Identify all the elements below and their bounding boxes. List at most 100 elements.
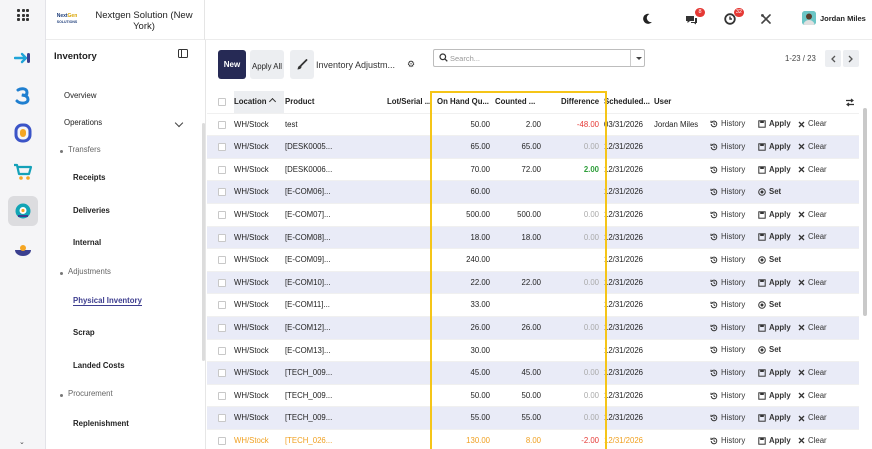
counted-cell[interactable] (495, 249, 541, 271)
history-button[interactable]: History (710, 272, 745, 294)
tools-icon[interactable] (759, 12, 773, 26)
history-button[interactable]: History (710, 181, 745, 203)
counted-cell[interactable]: 65.00 (495, 136, 541, 158)
apply-button[interactable]: Apply (758, 204, 791, 226)
next-page-button[interactable] (843, 50, 859, 67)
row-checkbox[interactable] (218, 391, 226, 400)
sidebar-item-procurement[interactable]: Procurement (46, 389, 196, 403)
table-row[interactable]: WH/Stock [TECH_009... 50.00 50.00 0.00 12/31/… (207, 385, 859, 408)
table-row[interactable]: WH/Stock [E-COM11]... 33.00 12/31/2026 Histo… (207, 294, 859, 317)
history-button[interactable]: History (710, 317, 745, 339)
table-row[interactable]: WH/Stock [E-COM09]... 240.00 12/31/2026 Hist… (207, 249, 859, 272)
search-input[interactable] (450, 52, 625, 64)
history-button[interactable]: History (710, 249, 745, 271)
row-checkbox[interactable] (218, 346, 226, 355)
counted-cell[interactable]: 18.00 (495, 227, 541, 249)
activity-clock-icon[interactable]: 32 (723, 8, 744, 26)
chevron-down-icon[interactable]: ⌄ (19, 438, 25, 446)
difference-header[interactable]: Difference (561, 91, 601, 113)
clear-button[interactable]: Clear (798, 204, 827, 226)
sidebar-scrollbar[interactable] (202, 123, 205, 361)
search-options-dropdown[interactable] (630, 50, 645, 66)
clear-button[interactable]: Clear (798, 136, 827, 158)
select-all-checkbox[interactable] (218, 98, 226, 106)
sidebar-item-landed-costs[interactable]: Landed Costs (46, 361, 196, 375)
table-scrollbar[interactable] (862, 100, 868, 446)
avatar[interactable] (802, 11, 816, 25)
counted-cell[interactable]: 2.00 (495, 114, 541, 136)
table-row[interactable]: WH/Stock [TECH_009... 45.00 45.00 0.00 12/31/… (207, 362, 859, 385)
counted-cell[interactable]: 8.00 (495, 430, 541, 449)
row-checkbox[interactable] (218, 256, 226, 265)
move-app-icon[interactable] (8, 43, 38, 73)
sync-app-icon[interactable] (8, 118, 38, 148)
row-checkbox[interactable] (218, 437, 226, 445)
sidebar-item-overview[interactable]: Overview (46, 91, 196, 105)
scheduled-header[interactable]: Scheduled... (604, 91, 652, 113)
clear-button[interactable]: Clear (798, 407, 827, 429)
row-checkbox[interactable] (218, 278, 226, 287)
counted-cell[interactable]: 45.00 (495, 362, 541, 384)
sidebar-item-internal[interactable]: Internal (46, 238, 196, 252)
cart-app-icon[interactable] (8, 157, 38, 187)
table-row[interactable]: WH/Stock [DESK0005... 65.00 65.00 0.00 12/31/… (207, 136, 859, 159)
sidebar-item-scrap[interactable]: Scrap (46, 328, 196, 342)
messages-icon[interactable]: 8 (684, 8, 705, 26)
clear-button[interactable]: Clear (798, 227, 827, 249)
counted-cell[interactable]: 55.00 (495, 407, 541, 429)
sidebar-item-operations[interactable]: Operations (46, 118, 196, 132)
row-checkbox[interactable] (218, 233, 226, 242)
clear-button[interactable]: Clear (798, 159, 827, 181)
three-app-icon[interactable] (8, 81, 38, 111)
row-checkbox[interactable] (218, 165, 226, 174)
history-button[interactable]: History (710, 136, 745, 158)
company-name[interactable]: Nextgen Solution (New York) (89, 10, 199, 32)
new-button[interactable]: New (218, 50, 246, 79)
table-row[interactable]: WH/Stock [TECH_009... 55.00 55.00 0.00 12/31/… (207, 407, 859, 430)
pager-text[interactable]: 1-23 / 23 (785, 54, 816, 63)
clear-button[interactable]: Clear (798, 272, 827, 294)
set-button[interactable]: Set (758, 249, 781, 271)
row-checkbox[interactable] (218, 369, 226, 378)
sidebar-item-receipts[interactable]: Receipts (46, 173, 196, 187)
counted-cell[interactable] (495, 294, 541, 316)
sidebar-item-adjustments[interactable]: Adjustments (46, 267, 196, 281)
clear-button[interactable]: Clear (798, 430, 827, 449)
counted-cell[interactable]: 50.00 (495, 385, 541, 407)
sidebar-item-deliveries[interactable]: Deliveries (46, 206, 196, 220)
apply-button[interactable]: Apply (758, 159, 791, 181)
prev-page-button[interactable] (825, 50, 841, 67)
clear-button[interactable]: Clear (798, 385, 827, 407)
table-row[interactable]: WH/Stock [E-COM08]... 18.00 18.00 0.00 12/31/… (207, 226, 859, 250)
apply-button[interactable]: Apply (758, 227, 791, 249)
brush-icon[interactable] (290, 50, 314, 79)
history-button[interactable]: History (710, 294, 745, 316)
apply-button[interactable]: Apply (758, 362, 791, 384)
gear-icon[interactable]: ⚙ (407, 59, 415, 70)
table-row[interactable]: WH/Stock [E-COM12]... 26.00 26.00 0.00 12/31/… (207, 317, 859, 340)
row-checkbox[interactable] (218, 211, 226, 219)
row-checkbox[interactable] (218, 324, 226, 332)
apply-button[interactable]: Apply (758, 317, 791, 339)
clear-button[interactable]: Clear (798, 362, 827, 384)
apps-grid-icon[interactable] (17, 9, 29, 21)
sidebar-toggle-icon[interactable] (178, 49, 188, 58)
on-hand-header[interactable]: On Hand Qu... (437, 91, 491, 113)
table-row[interactable]: WH/Stock [E-COM13]... 30.00 12/31/2026 Histo… (207, 340, 859, 363)
counted-header[interactable]: Counted ... (495, 91, 545, 113)
apply-button[interactable]: Apply (758, 430, 791, 449)
counted-cell[interactable] (495, 181, 541, 203)
history-button[interactable]: History (710, 204, 745, 226)
counted-cell[interactable]: 500.00 (495, 204, 541, 226)
row-checkbox[interactable] (218, 143, 226, 152)
column-settings-icon[interactable] (845, 98, 855, 107)
table-row[interactable]: WH/Stock test 50.00 2.00 -48.00 03/31/2026 Jor… (207, 114, 859, 137)
sidebar-item-replenishment[interactable]: Replenishment (46, 419, 196, 433)
history-button[interactable]: History (710, 430, 745, 449)
apply-all-button[interactable]: Apply All (250, 50, 284, 79)
table-row[interactable]: WH/Stock [E-COM10]... 22.00 22.00 0.00 12/31/… (207, 271, 859, 295)
row-checkbox[interactable] (218, 120, 226, 129)
row-checkbox[interactable] (218, 188, 226, 197)
table-row[interactable]: WH/Stock [TECH_026... 130.00 8.00 -2.00 12/31… (207, 430, 859, 449)
history-button[interactable]: History (710, 114, 745, 136)
